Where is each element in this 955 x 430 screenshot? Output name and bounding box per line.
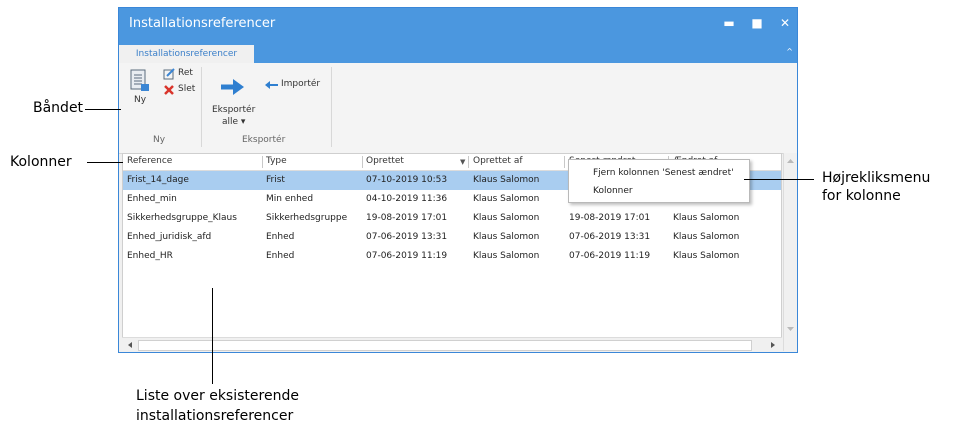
- export-all-button[interactable]: Eksportér alle ▾: [209, 77, 255, 129]
- annotation-list-line2: installationsreferencer: [136, 408, 294, 424]
- table-cell: Enhed_juridisk_afd: [127, 232, 212, 242]
- table-row[interactable]: Sikkerhedsgruppe_Klaus Sikkerhedsgruppe 19…: [123, 209, 781, 228]
- vertical-scrollbar[interactable]: [783, 153, 797, 351]
- table-row[interactable]: Enhed_HR Enhed 07-06-2019 11:19 Klaus Salom…: [123, 247, 781, 266]
- table-cell: 07-06-2019 11:19: [569, 251, 651, 261]
- annotation-line-ribbon: [85, 109, 121, 110]
- sort-descending-icon: ▼: [460, 158, 466, 166]
- table-cell: Klaus Salomon: [673, 213, 740, 223]
- ribbon: Ny Ret Slet Ny Eksportér alle ▾ Importér…: [119, 63, 797, 154]
- column-context-menu: Fjern kolonnen 'Senest ændret' Kolonner: [568, 159, 750, 203]
- annotation-context-line2: for kolonne: [822, 188, 901, 204]
- table-cell: 04-10-2019 11:36: [366, 194, 448, 204]
- close-button[interactable]: ✕: [775, 14, 795, 32]
- import-button[interactable]: Importér: [265, 79, 325, 93]
- table-cell: Enhed: [266, 251, 295, 261]
- new-button-label: Ny: [134, 95, 147, 105]
- collapse-ribbon-icon[interactable]: ^: [786, 47, 793, 56]
- edit-button-label: Ret: [178, 68, 193, 78]
- table-cell: 19-08-2019 17:01: [366, 213, 448, 223]
- tab-installation-references[interactable]: Installationsreferencer: [119, 45, 254, 63]
- column-header-created-by[interactable]: Oprettet af: [473, 156, 523, 166]
- scroll-left-icon[interactable]: [124, 339, 136, 351]
- table-cell: Klaus Salomon: [473, 232, 540, 242]
- table-cell: 07-06-2019 13:31: [366, 232, 448, 242]
- scroll-down-icon[interactable]: [784, 323, 797, 335]
- horizontal-scrollbar[interactable]: [122, 337, 782, 352]
- delete-button[interactable]: Slet: [163, 83, 203, 97]
- column-divider[interactable]: [564, 156, 565, 168]
- column-divider[interactable]: [362, 156, 363, 168]
- table-cell: Enhed: [266, 232, 295, 242]
- title-bar: Installationsreferencer ▬ ■ ✕: [119, 8, 797, 41]
- table-cell: Klaus Salomon: [473, 251, 540, 261]
- table-cell: Klaus Salomon: [473, 194, 540, 204]
- column-divider[interactable]: [468, 156, 469, 168]
- ribbon-group-divider: [331, 67, 332, 147]
- table-row[interactable]: Enhed_juridisk_afd Enhed 07-06-2019 13:31 K…: [123, 228, 781, 247]
- table-cell: 07-06-2019 13:31: [569, 232, 651, 242]
- edit-icon: [163, 68, 175, 80]
- table-cell: Frist_14_dage: [127, 175, 189, 185]
- table-cell: Klaus Salomon: [673, 251, 740, 261]
- arrow-left-icon: [265, 81, 278, 89]
- delete-icon: [164, 85, 174, 95]
- column-header-reference[interactable]: Reference: [127, 156, 172, 166]
- column-divider[interactable]: [262, 156, 263, 168]
- export-all-label-line1: Eksportér: [212, 105, 256, 115]
- minimize-button[interactable]: ▬: [719, 14, 739, 32]
- table-cell: Klaus Salomon: [473, 175, 540, 185]
- table-cell: 07-06-2019 11:19: [366, 251, 448, 261]
- table-cell: Sikkerhedsgruppe_Klaus: [127, 213, 237, 223]
- import-button-label: Importér: [281, 79, 321, 89]
- menu-item-remove-column[interactable]: Fjern kolonnen 'Senest ændret': [593, 168, 734, 178]
- table-cell: 07-10-2019 10:53: [366, 175, 448, 185]
- table-cell: Klaus Salomon: [473, 213, 540, 223]
- annotation-line-list: [212, 288, 213, 384]
- annotation-list-line1: Liste over eksisterende: [136, 388, 299, 404]
- menu-item-columns[interactable]: Kolonner: [593, 186, 633, 196]
- table-cell: Klaus Salomon: [673, 232, 740, 242]
- scroll-up-icon[interactable]: [784, 155, 797, 167]
- column-header-type[interactable]: Type: [266, 156, 287, 166]
- edit-button[interactable]: Ret: [163, 67, 203, 81]
- ribbon-tab-strip: Installationsreferencer ^: [119, 41, 797, 63]
- export-all-label-line2: alle ▾: [222, 117, 246, 127]
- arrow-right-icon: [221, 79, 244, 95]
- table-cell: Frist: [266, 175, 285, 185]
- annotation-line-columns: [87, 162, 123, 163]
- installation-references-window: Installationsreferencer ▬ ■ ✕ Installati…: [118, 7, 798, 353]
- window-title: Installationsreferencer: [129, 16, 276, 31]
- new-button[interactable]: Ny: [125, 67, 155, 111]
- annotation-line-context: [744, 179, 814, 180]
- table-cell: Sikkerhedsgruppe: [266, 213, 348, 223]
- delete-button-label: Slet: [178, 84, 196, 94]
- maximize-button[interactable]: ■: [747, 14, 767, 32]
- table-cell: 19-08-2019 17:01: [569, 213, 651, 223]
- table-cell: Enhed_min: [127, 194, 177, 204]
- annotation-ribbon: Båndet: [33, 100, 84, 116]
- annotation-columns: Kolonner: [10, 154, 72, 170]
- table-cell: Enhed_HR: [127, 251, 173, 261]
- annotation-context-line1: Højrekliksmenu: [822, 170, 931, 186]
- scroll-thumb[interactable]: [138, 340, 752, 351]
- ribbon-group-divider: [201, 67, 202, 147]
- group-label-export: Eksportér: [242, 135, 286, 145]
- scroll-right-icon[interactable]: [767, 339, 779, 351]
- new-document-icon: [130, 69, 149, 91]
- column-header-created[interactable]: Oprettet: [366, 156, 404, 166]
- table-cell: Min enhed: [266, 194, 314, 204]
- group-label-new: Ny: [153, 135, 166, 145]
